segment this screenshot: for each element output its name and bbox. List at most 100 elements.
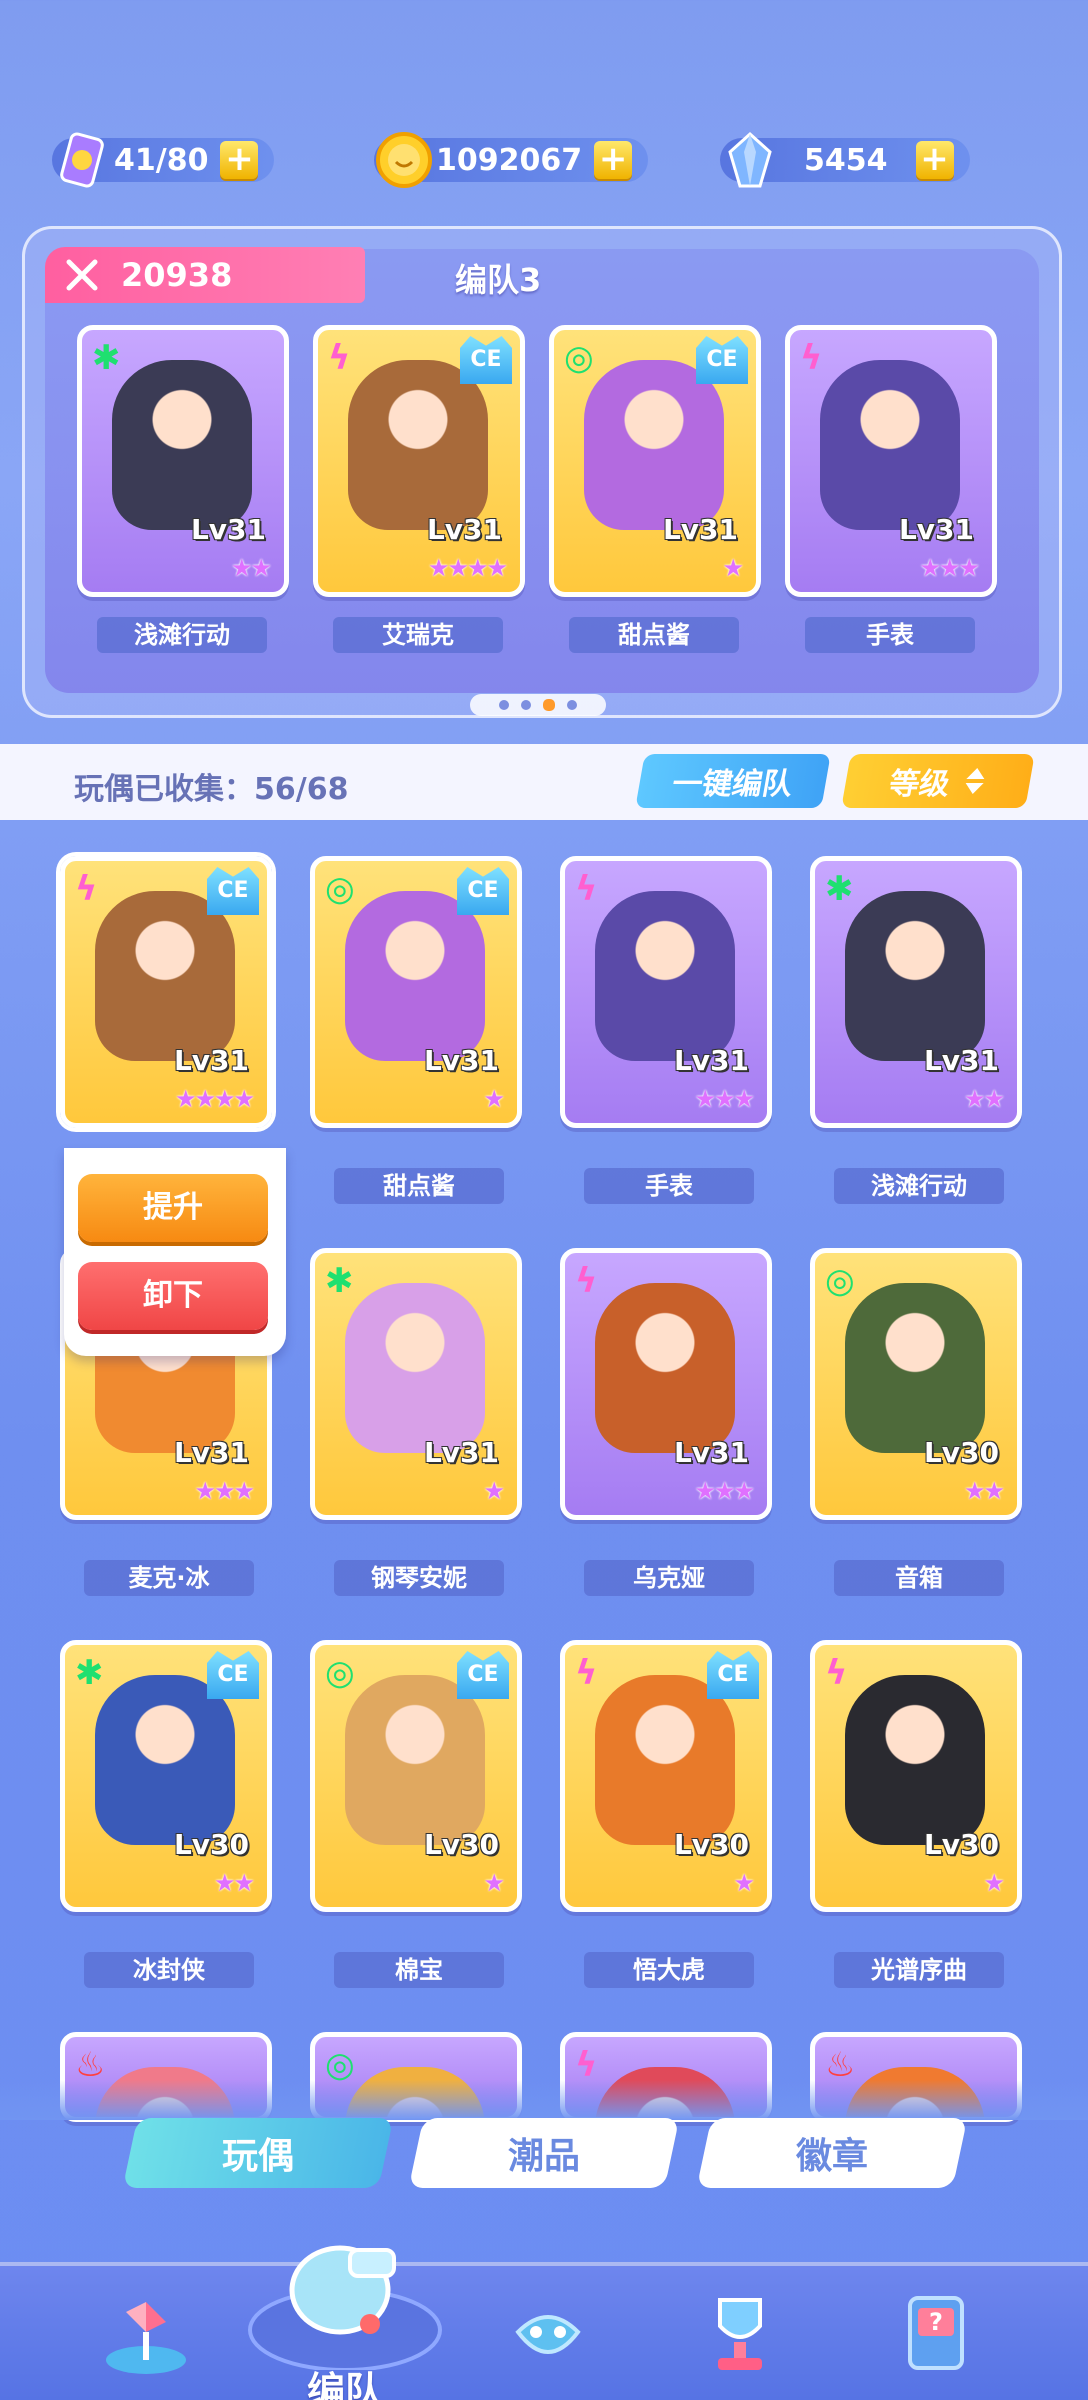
formation-page-indicator[interactable]: [470, 694, 606, 716]
unequip-button[interactable]: 卸下: [78, 1262, 268, 1330]
character-portrait: [845, 1675, 985, 1845]
character-level: Lv31: [423, 1436, 499, 1469]
ce-crown-badge: CE: [457, 1651, 509, 1699]
character-portrait: [95, 891, 235, 1061]
character-card[interactable]: ϟ Lv31 ★★★: [560, 1248, 772, 1520]
character-portrait: [595, 1283, 735, 1453]
character-card[interactable]: ◎ CE Lv30 ★: [310, 1640, 522, 1912]
character-card[interactable]: ◎ CE Lv31 ★: [549, 325, 761, 597]
ce-crown-badge: CE: [457, 867, 509, 915]
page-dot[interactable]: [499, 700, 509, 710]
star-rating: ★★★: [919, 554, 980, 582]
star-rating: ★: [983, 1869, 1004, 1897]
character-card[interactable]: ϟ Lv30 ★: [810, 1640, 1022, 1912]
add-gems-button[interactable]: +: [915, 141, 954, 179]
character-portrait: [595, 891, 735, 1061]
collection-count: 玩偶已收集：56/68: [74, 772, 349, 807]
star-rating: ★★★: [694, 1477, 755, 1505]
auto-formation-button[interactable]: 一键编队: [635, 754, 831, 808]
star-rating: ★★★: [194, 1477, 255, 1505]
star-rating: ★★: [963, 1085, 1005, 1113]
character-level: Lv30: [673, 1828, 749, 1861]
tab-collectibles[interactable]: 潮品: [408, 2118, 680, 2188]
star-rating: ★★★★: [174, 1085, 255, 1113]
element-icon: ϟ: [75, 869, 98, 909]
character-portrait: [345, 1675, 485, 1845]
star-rating: ★★: [963, 1477, 1005, 1505]
category-tabs: 玩偶 潮品 徽章: [0, 2118, 1088, 2192]
tab-badges[interactable]: 徽章: [696, 2118, 968, 2188]
bottom-nav: 编队 ?: [0, 2245, 1088, 2400]
character-card[interactable]: ✱ Lv31 ★★: [810, 856, 1022, 1128]
element-icon: ♨: [75, 2045, 106, 2085]
character-card[interactable]: ϟ CE Lv30 ★: [560, 1640, 772, 1912]
pinwheel-icon: [106, 2302, 186, 2374]
character-level: Lv31: [923, 1044, 999, 1077]
character-card[interactable]: ◎ CE Lv31 ★: [310, 856, 522, 1128]
gem-value: 5454: [804, 142, 888, 178]
character-name: 甜点酱: [334, 1168, 504, 1204]
star-rating: ★: [483, 1869, 504, 1897]
element-icon: ϟ: [575, 1653, 598, 1693]
sort-button[interactable]: 等级: [841, 754, 1035, 808]
character-level: Lv31: [673, 1044, 749, 1077]
character-portrait: [112, 360, 252, 530]
character-level: Lv31: [173, 1044, 249, 1077]
upgrade-button[interactable]: 提升: [78, 1174, 268, 1242]
star-rating: ★: [733, 1869, 754, 1897]
nav-item-formation[interactable]: 编队: [240, 2220, 450, 2400]
character-card[interactable]: ϟ Lv31 ★★★: [785, 325, 997, 597]
scroll-fade: [0, 2080, 1088, 2120]
element-icon: ✱: [92, 338, 121, 378]
character-card[interactable]: ϟ Lv31 ★★★: [560, 856, 772, 1128]
nav-item-pinwheel[interactable]: [86, 2276, 206, 2394]
coin-icon: [376, 132, 432, 188]
star-rating: ★★★★: [427, 554, 508, 582]
tab-label: 潮品: [507, 2136, 580, 2177]
character-name: 悟大虎: [584, 1952, 754, 1988]
svg-text:?: ?: [929, 2308, 943, 2336]
ce-crown-badge: CE: [460, 336, 512, 384]
character-name: 冰封侠: [84, 1952, 254, 1988]
character-card[interactable]: ✱ Lv31 ★: [310, 1248, 522, 1520]
tab-dolls[interactable]: 玩偶: [122, 2118, 394, 2188]
character-name: 手表: [584, 1168, 754, 1204]
stamina-card-icon: [60, 132, 104, 188]
character-portrait: [348, 360, 488, 530]
element-icon: ◎: [325, 1653, 355, 1693]
page-dot[interactable]: [567, 700, 577, 710]
character-portrait: [584, 360, 724, 530]
stamina-resource: 41/80 +: [52, 128, 275, 192]
page-dot-active[interactable]: [543, 699, 555, 711]
character-name: 麦克·冰: [84, 1560, 254, 1596]
crossed-swords-icon: [66, 259, 98, 291]
crystal-icon: [728, 131, 772, 188]
nav-item-game[interactable]: [488, 2276, 608, 2394]
nav-item-mystery[interactable]: ?: [876, 2276, 996, 2394]
character-card[interactable]: ◎ Lv30 ★★: [810, 1248, 1022, 1520]
page-dot[interactable]: [521, 700, 531, 710]
character-portrait: [845, 1283, 985, 1453]
character-card[interactable]: ✱ Lv31 ★★: [77, 325, 289, 597]
character-card[interactable]: ✱ CE Lv30 ★★: [60, 1640, 272, 1912]
star-rating: ★: [483, 1477, 504, 1505]
nav-item-trophy[interactable]: [680, 2276, 800, 2394]
formation-member-name: 手表: [805, 617, 975, 653]
character-card[interactable]: ϟ CE Lv31 ★★★★: [313, 325, 525, 597]
sort-label: 等级: [886, 767, 953, 802]
character-portrait: [95, 1675, 235, 1845]
character-portrait: [595, 1675, 735, 1845]
tab-label: 玩偶: [221, 2136, 294, 2177]
element-icon: ◎: [325, 869, 355, 909]
star-rating: ★★★: [694, 1085, 755, 1113]
add-coins-button[interactable]: +: [594, 141, 633, 179]
gem-resource: 5454 +: [720, 128, 970, 192]
character-name: 钢琴安妮: [334, 1560, 504, 1596]
add-stamina-button[interactable]: +: [220, 141, 259, 179]
character-card[interactable]: ϟ CE Lv31 ★★★★: [60, 856, 272, 1128]
tab-label: 徽章: [795, 2136, 868, 2177]
character-level: Lv30: [173, 1828, 249, 1861]
element-icon: ϟ: [328, 338, 351, 378]
formation-member-name: 艾瑞克: [333, 617, 503, 653]
ce-crown-badge: CE: [696, 336, 748, 384]
